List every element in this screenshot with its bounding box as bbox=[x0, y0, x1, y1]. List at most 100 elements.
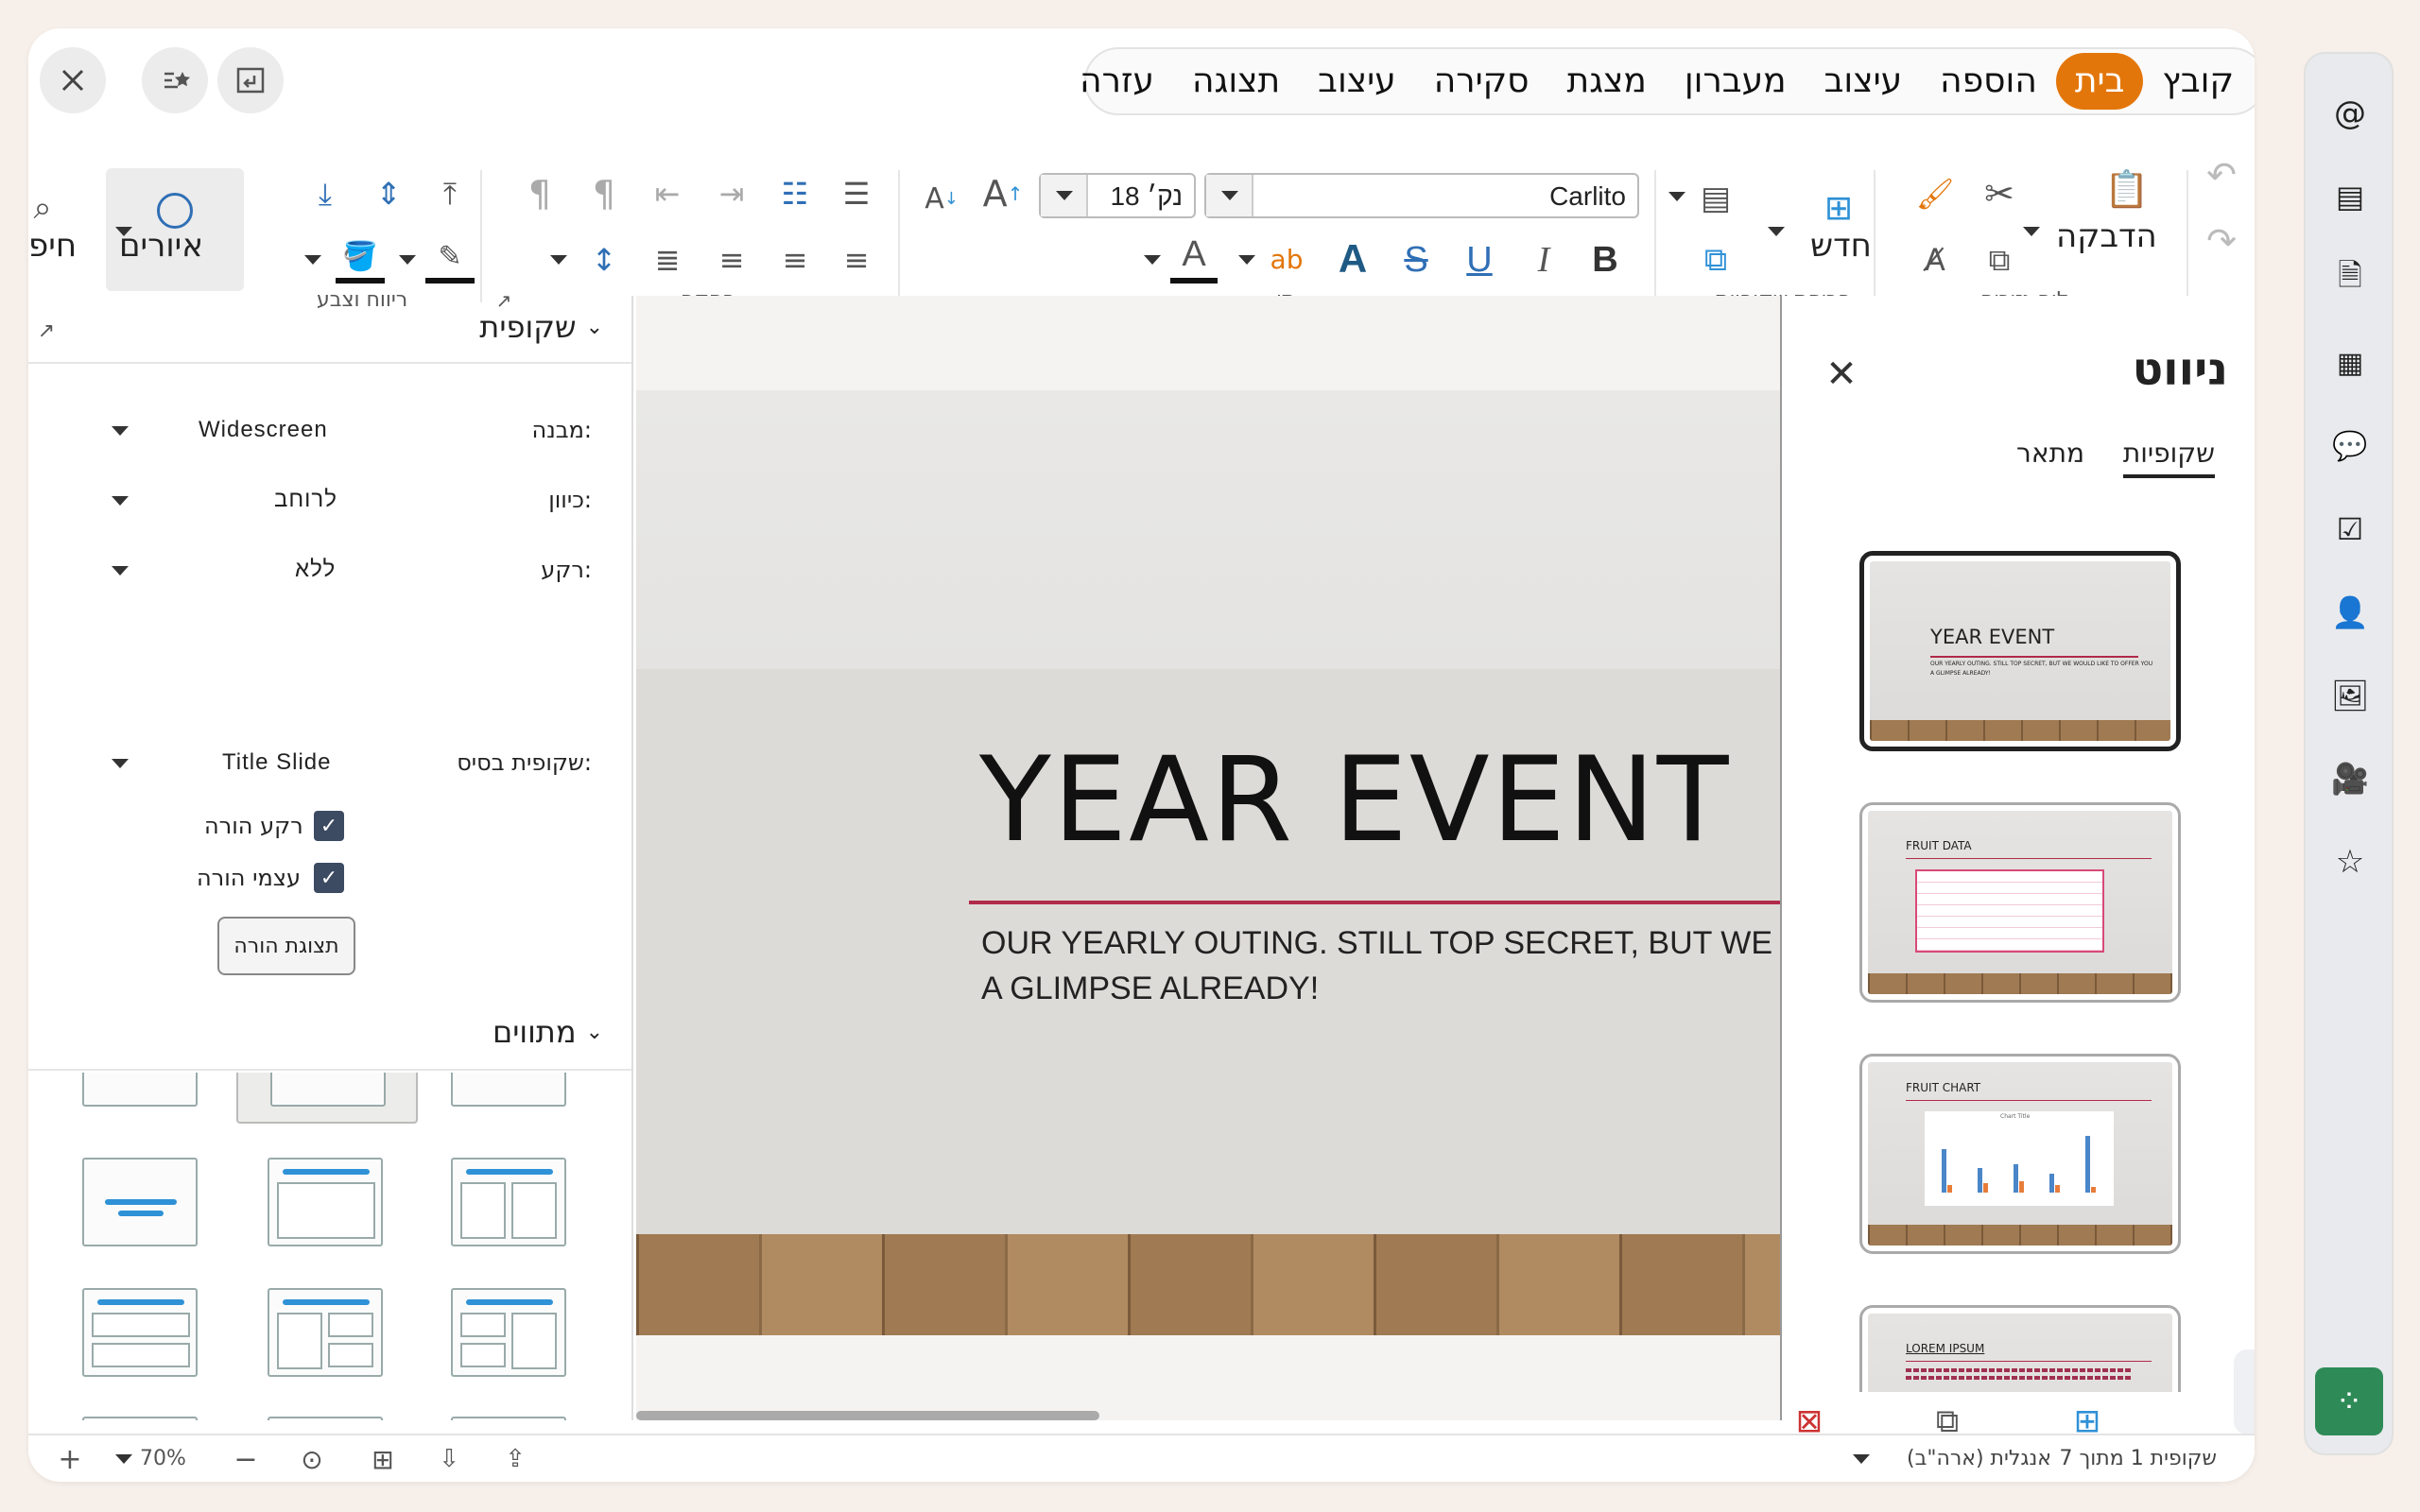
news-icon[interactable]: ▤ bbox=[2328, 175, 2372, 218]
bottom-align-icon[interactable]: ⤓ bbox=[301, 170, 350, 217]
grid-view-icon[interactable]: ⊞ bbox=[364, 1443, 402, 1475]
contacts-icon[interactable]: 👤 bbox=[2328, 591, 2372, 634]
fill-color-dropdown[interactable] bbox=[304, 255, 321, 265]
center-vert-icon[interactable]: ⇕ bbox=[364, 170, 413, 217]
menu-review[interactable]: סקירה bbox=[1415, 53, 1548, 110]
find-icon[interactable]: ⌕ bbox=[28, 189, 57, 227]
shrink-font-icon[interactable]: A ↓ bbox=[917, 175, 966, 222]
line-spacing-dropdown[interactable] bbox=[550, 255, 567, 265]
align-left-icon[interactable]: ≡ bbox=[707, 236, 756, 284]
master-view-button[interactable]: תצוגת הורה bbox=[217, 917, 355, 975]
align-right-icon[interactable]: ≡ bbox=[832, 236, 881, 284]
new-slide-icon[interactable]: ⊞ bbox=[1810, 184, 1867, 232]
layout-partial-row-2[interactable] bbox=[268, 1417, 383, 1420]
language-dropdown[interactable] bbox=[1853, 1454, 1870, 1464]
slide-subtitle-line-1[interactable]: OUR YEARLY OUTING. STILL TOP SECRET, BUT… bbox=[981, 925, 1782, 962]
decrease-indent-icon[interactable]: ⇤ bbox=[643, 170, 692, 217]
fill-color-icon[interactable]: 🪣 bbox=[336, 234, 385, 284]
cut-icon[interactable]: ✂ bbox=[1976, 170, 2023, 217]
layout-two-content[interactable] bbox=[451, 1158, 566, 1246]
master-bg-checkbox[interactable]: ✓ bbox=[314, 811, 344, 841]
slide-thumb-2[interactable]: FRUIT DATA bbox=[1859, 802, 2181, 1003]
format-paintbrush-icon[interactable]: 🖌 bbox=[1911, 170, 1959, 217]
underline-icon[interactable]: U bbox=[1456, 236, 1503, 284]
spiral-icon[interactable]: @ bbox=[2328, 92, 2372, 135]
tasks-icon[interactable]: ☑ bbox=[2328, 507, 2372, 551]
bold-icon[interactable]: B bbox=[1582, 236, 1629, 284]
photos-icon[interactable]: 🖼 bbox=[2328, 674, 2372, 717]
format-select[interactable]: Widescreen bbox=[199, 417, 328, 443]
slide-thumb-4[interactable]: LOREM IPSUM bbox=[1859, 1305, 2181, 1392]
font-size-dropdown[interactable] bbox=[1056, 191, 1073, 200]
line-color-dropdown[interactable] bbox=[399, 255, 416, 265]
justify-icon[interactable]: ≣ bbox=[643, 236, 692, 284]
presenter-icon[interactable]: ⇩ bbox=[430, 1443, 468, 1475]
calendar-icon[interactable]: ▦ bbox=[2328, 341, 2372, 385]
background-dropdown[interactable] bbox=[112, 566, 129, 576]
line-color-icon[interactable]: ✎ bbox=[425, 234, 475, 284]
exit-sidebar-button[interactable] bbox=[217, 47, 284, 113]
font-color-dropdown[interactable] bbox=[1144, 255, 1161, 265]
language-select[interactable]: אנגלית (ארה"ב) bbox=[1907, 1447, 2051, 1470]
strikethrough-icon[interactable]: S bbox=[1392, 236, 1440, 284]
shadow-icon[interactable]: A bbox=[1329, 234, 1376, 284]
collapse-navigator-button[interactable]: ‹ bbox=[2234, 1349, 2255, 1435]
master-objects-checkbox[interactable]: ✓ bbox=[314, 863, 344, 893]
orientation-dropdown[interactable] bbox=[112, 496, 129, 506]
clear-formatting-icon[interactable]: A̸ bbox=[1911, 236, 1959, 284]
redo-icon[interactable]: ↷ bbox=[2198, 217, 2245, 265]
orientation-select[interactable]: לרוחב bbox=[274, 487, 337, 513]
format-dropdown[interactable] bbox=[112, 426, 129, 436]
zoom-in-icon[interactable]: + bbox=[51, 1443, 89, 1476]
app-launcher-button[interactable]: ⁘ bbox=[2315, 1367, 2383, 1435]
layout-partial-3[interactable] bbox=[451, 1073, 566, 1107]
layouts-section-header[interactable]: מתווים ⌄ bbox=[493, 1014, 603, 1050]
panel-launcher-icon[interactable]: ↗ bbox=[32, 317, 60, 345]
increase-indent-icon[interactable]: ⇥ bbox=[707, 170, 756, 217]
tab-slides[interactable]: שקופיות bbox=[2122, 438, 2215, 478]
chat-icon[interactable]: 💬 bbox=[2328, 424, 2372, 468]
paste-dropdown[interactable] bbox=[2023, 227, 2040, 236]
layout-title-two-rows[interactable] bbox=[82, 1288, 198, 1377]
italic-icon[interactable]: I bbox=[1520, 236, 1567, 284]
zoom-fit-icon[interactable]: ⊙ bbox=[293, 1443, 331, 1475]
layout-partial-row-1[interactable] bbox=[82, 1417, 198, 1420]
line-spacing-icon[interactable]: ↕ bbox=[579, 236, 629, 284]
menu-home[interactable]: בית bbox=[2055, 53, 2144, 110]
slide-subtitle-line-2[interactable]: A GLIMPSE ALREADY! bbox=[981, 971, 1319, 1007]
background-select[interactable]: ללא bbox=[295, 557, 336, 583]
slide-1[interactable]: YEAR EVENT OUR YEARLY OUTING. STILL TOP … bbox=[636, 390, 1782, 1335]
undo-icon[interactable]: ↶ bbox=[2198, 151, 2245, 198]
layout-partial-2-selected[interactable] bbox=[236, 1073, 418, 1124]
shapes-dropdown[interactable] bbox=[115, 227, 132, 236]
menu-insert[interactable]: הוספה bbox=[1921, 53, 2056, 110]
menu-view[interactable]: תצוגה bbox=[1173, 53, 1299, 110]
document-icon[interactable]: 🗎 bbox=[2328, 257, 2372, 301]
new-slide-dropdown[interactable] bbox=[1768, 227, 1785, 236]
highlight-dropdown[interactable] bbox=[1238, 255, 1255, 265]
numbering-icon[interactable]: ☷ bbox=[770, 170, 820, 217]
layout-partial-1[interactable] bbox=[82, 1073, 198, 1107]
star-icon[interactable]: ☆ bbox=[2328, 840, 2372, 884]
new-slide-label[interactable]: חדש bbox=[1810, 227, 1872, 265]
menu-help[interactable]: עזרה bbox=[1061, 53, 1173, 110]
layout-two-left-content[interactable] bbox=[451, 1288, 566, 1377]
slide-section-header[interactable]: שקופית ⌄ bbox=[479, 309, 603, 345]
paste-label[interactable]: הדבקה bbox=[2056, 217, 2157, 255]
menu-format[interactable]: עיצוב bbox=[1299, 53, 1415, 110]
slide-layout-icon[interactable]: ▤ bbox=[1692, 175, 1739, 222]
slide-thumb-3[interactable]: FRUIT CHART Chart Title bbox=[1859, 1054, 2181, 1254]
menu-transition[interactable]: מעברון bbox=[1666, 53, 1806, 110]
video-icon[interactable]: 🎥 bbox=[2328, 757, 2372, 800]
layout-partial-row-3[interactable] bbox=[451, 1417, 566, 1420]
layout-centered-text[interactable] bbox=[82, 1158, 198, 1246]
font-name-dropdown[interactable] bbox=[1221, 191, 1238, 200]
close-navigator-icon[interactable]: ✕ bbox=[1820, 352, 1863, 396]
font-size-combo[interactable]: 18 נק׳ bbox=[1039, 173, 1196, 218]
layout-title-content[interactable] bbox=[268, 1158, 383, 1246]
tab-outline[interactable]: מתאר bbox=[2016, 438, 2084, 469]
menu-file[interactable]: קובץ bbox=[2143, 53, 2253, 110]
layout-content-two-right[interactable] bbox=[268, 1288, 383, 1377]
top-align-icon[interactable]: ⤒ bbox=[425, 170, 475, 217]
bullets-icon[interactable]: ☰ bbox=[832, 170, 881, 217]
